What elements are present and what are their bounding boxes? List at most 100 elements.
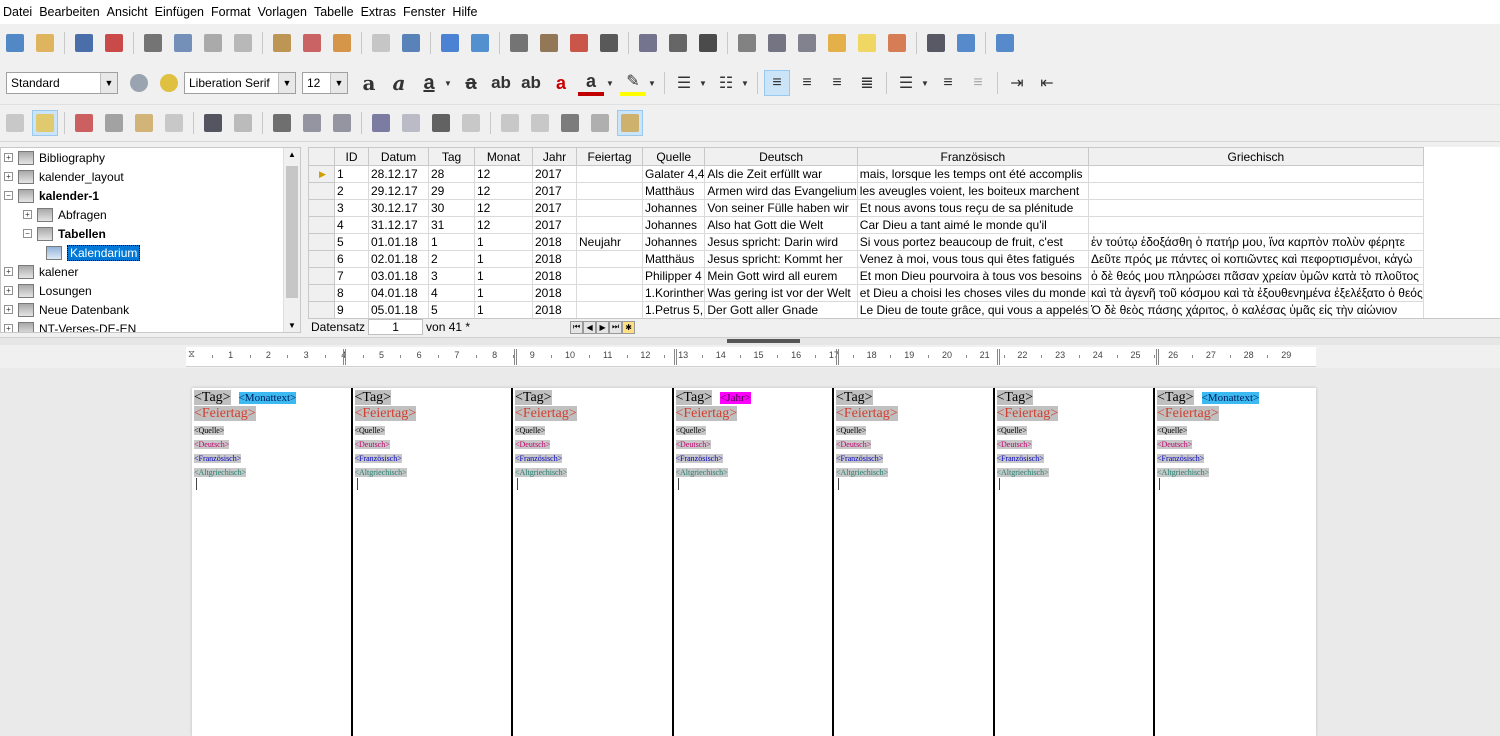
undo-icon[interactable] xyxy=(161,110,187,136)
field-quelle[interactable]: <Quelle> xyxy=(194,426,225,435)
next-record-icon[interactable]: ▶ xyxy=(596,320,610,334)
menu-ansicht[interactable]: Ansicht xyxy=(104,5,152,19)
column-header[interactable]: Datum xyxy=(368,147,429,166)
increase-paragraph-spacing-icon[interactable]: ≡ xyxy=(935,70,961,96)
table-cell[interactable] xyxy=(576,284,643,302)
table-cell[interactable]: Ὁ δὲ θεὸς πάσης χάριτος, ὁ καλέσας ὑμᾶς … xyxy=(1087,301,1424,319)
bookmark-icon[interactable] xyxy=(824,30,850,56)
export-pdf-icon[interactable] xyxy=(101,30,127,56)
field-feiertag[interactable]: <Feiertag> xyxy=(515,406,577,421)
table-cell[interactable] xyxy=(1087,199,1424,217)
page-column[interactable]: <Tag> <Feiertag> <Quelle> <Deutsch> <Französ… xyxy=(834,388,995,736)
row-header[interactable] xyxy=(308,216,335,234)
menu-fenster[interactable]: Fenster xyxy=(400,5,449,19)
table-cell[interactable]: 2018 xyxy=(532,250,577,268)
table-cell[interactable]: καὶ τὰ ἀγενῆ τοῦ κόσμου καὶ τὰ ἐξουθενημ… xyxy=(1087,284,1424,302)
cut-icon[interactable] xyxy=(200,30,226,56)
table-cell[interactable]: 12 xyxy=(474,199,533,217)
print-preview-icon[interactable] xyxy=(170,30,196,56)
table-cell[interactable]: 2018 xyxy=(532,233,577,251)
table-cell[interactable]: 29.12.17 xyxy=(368,182,429,200)
tree-item[interactable]: + kalener xyxy=(1,262,300,281)
page-column[interactable]: <Tag> <Feiertag> <Quelle> <Deutsch> <Französ… xyxy=(995,388,1155,736)
table-cell[interactable]: Neujahr xyxy=(576,233,643,251)
table-cell[interactable]: 2 xyxy=(428,250,475,268)
column-separator-marker[interactable] xyxy=(1156,349,1159,365)
field-feiertag[interactable]: <Feiertag> xyxy=(1157,406,1219,421)
field-deutsch[interactable]: <Deutsch> xyxy=(194,440,230,449)
new-style-icon[interactable] xyxy=(156,70,182,96)
table-cell[interactable] xyxy=(576,216,643,234)
table-cell[interactable]: Matthäus xyxy=(641,250,706,268)
field-quelle[interactable]: <Quelle> xyxy=(836,426,867,435)
table-cell[interactable]: Johannes xyxy=(641,199,706,217)
table-cell[interactable]: Jesus spricht: Kommt her xyxy=(704,250,858,268)
italic-icon[interactable]: a xyxy=(386,70,412,96)
table-cell[interactable]: 1 xyxy=(474,284,533,302)
new-record-icon[interactable]: ✱ xyxy=(622,320,636,334)
table-cell[interactable]: 1 xyxy=(428,233,475,251)
table-cell[interactable]: Armen wird das Evangelium xyxy=(704,182,858,200)
table-cell[interactable] xyxy=(576,165,643,183)
page[interactable]: <Tag> <Monattext> <Feiertag> <Quelle> <Deuts… xyxy=(192,388,1316,736)
table-cell[interactable]: Johannes xyxy=(641,216,706,234)
column-separator-marker[interactable] xyxy=(343,349,346,365)
standard-filter-icon[interactable] xyxy=(398,110,424,136)
field-feiertag[interactable]: <Feiertag> xyxy=(996,406,1059,421)
table-cell[interactable]: Der Gott aller Gnade xyxy=(704,301,858,319)
table-cell[interactable]: 2017 xyxy=(532,165,577,183)
menu-datei[interactable]: Datei xyxy=(0,5,36,19)
column-header[interactable]: ID xyxy=(334,147,369,166)
column-separator-marker[interactable] xyxy=(514,349,517,365)
data-source-icon[interactable] xyxy=(587,110,613,136)
copy-icon[interactable] xyxy=(230,30,256,56)
column-separator-marker[interactable] xyxy=(836,349,839,365)
apply-filter-icon[interactable] xyxy=(428,110,454,136)
column-header[interactable]: Feiertag xyxy=(576,147,643,166)
current-record-icon[interactable]: ▶ xyxy=(308,165,335,183)
numbering-icon[interactable]: ☷ xyxy=(713,70,739,96)
field-franzoesisch[interactable]: <Französisch> xyxy=(675,454,723,463)
table-cell[interactable]: Also hat Gott die Welt xyxy=(704,216,858,234)
find-replace-icon[interactable] xyxy=(398,30,424,56)
page-break-icon[interactable] xyxy=(635,30,661,56)
clone-formatting-icon[interactable] xyxy=(299,30,325,56)
expand-icon[interactable]: + xyxy=(4,172,13,181)
table-row[interactable]: 5 01.01.18 1 1 2018 Neujahr Johannes Jesus spr… xyxy=(308,233,1424,251)
open-folder-icon[interactable] xyxy=(32,30,58,56)
tree-scrollbar[interactable]: ▲ ▼ xyxy=(283,148,300,332)
table-cell[interactable]: 2017 xyxy=(532,216,577,234)
row-header[interactable] xyxy=(308,267,335,285)
table-cell[interactable] xyxy=(576,250,643,268)
sort-descending-icon[interactable] xyxy=(329,110,355,136)
table-cell[interactable]: 2018 xyxy=(532,267,577,285)
field-quelle[interactable]: <Quelle> xyxy=(675,426,706,435)
row-header[interactable] xyxy=(308,182,335,200)
table-cell[interactable]: Philipper 4 xyxy=(641,267,706,285)
cut-icon[interactable] xyxy=(71,110,97,136)
expand-icon[interactable]: + xyxy=(23,210,32,219)
insert-textbox-icon[interactable] xyxy=(596,30,622,56)
column-header[interactable]: Französisch xyxy=(856,147,1089,166)
table-cell[interactable]: 12 xyxy=(474,165,533,183)
tree-item[interactable]: + Abfragen xyxy=(1,205,300,224)
justify-icon[interactable]: ≣ xyxy=(854,70,880,96)
menu-bearbeiten[interactable]: Bearbeiten xyxy=(36,5,103,19)
menu-hilfe[interactable]: Hilfe xyxy=(449,5,481,19)
align-left-icon[interactable]: ≡ xyxy=(764,70,790,96)
table-cell[interactable]: 31.12.17 xyxy=(368,216,429,234)
table-cell[interactable]: Le Dieu de toute grâce, qui vous a appel… xyxy=(856,301,1089,319)
collapse-icon[interactable]: − xyxy=(4,191,13,200)
mail-merge-icon[interactable] xyxy=(557,110,583,136)
field-altgriechisch[interactable]: <Altgriechisch> xyxy=(996,468,1049,477)
table-cell[interactable]: 2017 xyxy=(532,182,577,200)
redo-icon[interactable] xyxy=(368,30,394,56)
field-feiertag[interactable]: <Feiertag> xyxy=(354,406,417,421)
field-tag[interactable]: <Tag> xyxy=(996,390,1034,405)
menu-tabelle[interactable]: Tabelle xyxy=(311,5,358,19)
table-cell[interactable]: 1 xyxy=(474,267,533,285)
table-cell[interactable]: ἐν τούτῳ ἐδοξάσθη ὁ πατήρ μου, ἵνα καρπὸ… xyxy=(1087,233,1424,251)
save-icon[interactable] xyxy=(71,30,97,56)
table-cell[interactable]: Jesus spricht: Darin wird xyxy=(704,233,858,251)
field-monattext[interactable]: <Monattext> xyxy=(238,392,297,404)
